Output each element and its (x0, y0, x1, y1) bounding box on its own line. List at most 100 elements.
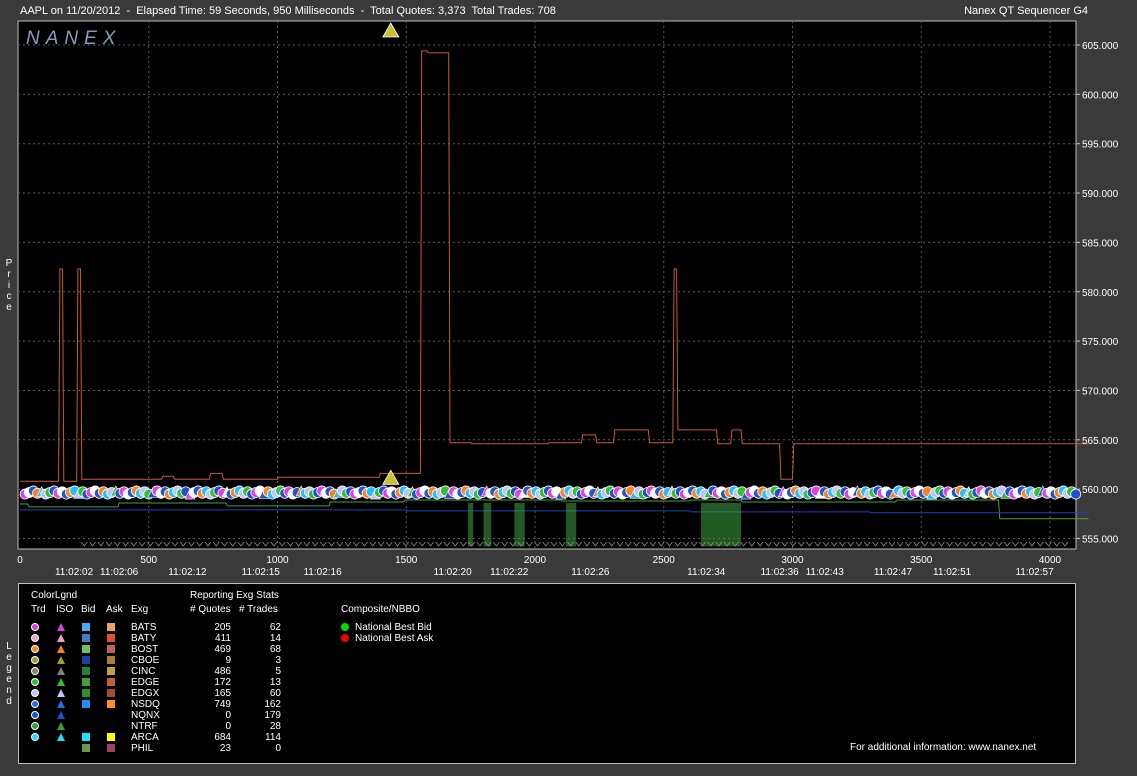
iso-triangle-swatch (57, 634, 65, 642)
legend-side-label: Legend (6, 641, 12, 707)
x-tick-label: 4000 (1039, 555, 1062, 566)
legend-row: CINC 486 5 (19, 666, 319, 677)
bid-volume-band (565, 502, 577, 547)
footer-info: For additional information: www.nanex.ne… (850, 742, 1037, 753)
exchange-name: BATY (131, 633, 157, 644)
time-label: 11:02:15 (242, 567, 281, 578)
composite-swatch (341, 623, 349, 631)
time-label: 11:02:51 (933, 567, 972, 578)
ask-square-swatch (107, 656, 115, 664)
exchange-name: NSDQ (131, 699, 160, 710)
trd-circle-swatch (31, 722, 39, 730)
ask-column-header: Ask (106, 604, 123, 615)
iso-triangle-swatch (57, 722, 65, 730)
quotes-count: 172 (214, 677, 231, 688)
y-tick-label: 605.000 (1082, 41, 1119, 52)
y-tick-label: 590.000 (1082, 189, 1119, 200)
y-tick-label: 585.000 (1082, 238, 1119, 249)
x-tick-label: 0 (17, 555, 23, 566)
x-tick-label: 1500 (395, 555, 418, 566)
exchange-name: BOST (131, 644, 159, 655)
composite-swatch (341, 634, 349, 642)
quotes-count: 684 (214, 732, 231, 743)
y-tick-label: 580.000 (1082, 288, 1119, 299)
trd-circle-swatch (31, 656, 39, 664)
trades-count: 13 (269, 677, 281, 688)
iso-triangle-swatch (57, 623, 65, 631)
trd-circle-swatch (31, 711, 39, 719)
quotes-count: 411 (215, 633, 231, 644)
ask-square-swatch (107, 634, 115, 642)
ask-square-swatch (107, 623, 115, 631)
trd-circle-swatch (31, 733, 39, 741)
exchange-name: EDGX (131, 688, 160, 699)
trades-count: 60 (269, 688, 281, 699)
quotes-column-header: # Quotes (190, 604, 231, 615)
iso-triangle-swatch (57, 667, 65, 675)
composite-label: National Best Ask (355, 633, 434, 644)
trd-circle-swatch (31, 700, 39, 708)
bid-square-swatch (82, 623, 90, 631)
exchange-name: ARCA (131, 732, 159, 743)
quotes-count: 486 (214, 666, 231, 677)
trades-count: 179 (264, 710, 281, 721)
quotes-count: 23 (219, 743, 231, 754)
legend-row: NSDQ 749 162 (19, 699, 319, 710)
y-tick-label: 595.000 (1082, 140, 1119, 151)
x-tick-label: 3000 (781, 555, 804, 566)
time-label: 11:02:12 (168, 567, 207, 578)
trd-circle-swatch (31, 667, 39, 675)
legend-row: CBOE 9 3 (19, 655, 319, 666)
trades-column-header: # Trades (239, 604, 278, 615)
time-label: 11:02:16 (303, 567, 342, 578)
bid-volume-band (701, 502, 741, 547)
y-tick-label: 565.000 (1082, 436, 1119, 447)
time-label: 11:02:57 (1015, 567, 1054, 578)
time-label: 11:02:43 (806, 567, 845, 578)
bid-square-swatch (82, 700, 90, 708)
time-label: 11:02:22 (490, 567, 529, 578)
quotes-count: 205 (214, 622, 231, 633)
trades-count: 0 (275, 743, 281, 754)
bid-square-swatch (82, 744, 90, 752)
legend-row: NTRF 0 28 (19, 721, 319, 732)
bid-square-swatch (82, 733, 90, 741)
trd-circle-swatch (31, 689, 39, 697)
bid-square-swatch (82, 689, 90, 697)
time-label: 11:02:34 (687, 567, 726, 578)
legend-row: EDGX 165 60 (19, 688, 319, 699)
bid-volume-band (514, 502, 525, 547)
exchange-name: BATS (131, 622, 157, 633)
x-tick-label: 2500 (653, 555, 676, 566)
composite-row: National Best Bid (341, 622, 541, 633)
bid-square-swatch (82, 656, 90, 664)
stats-heading: Reporting Exg Stats (190, 590, 279, 601)
ask-square-swatch (107, 667, 115, 675)
bid-square-swatch (82, 667, 90, 675)
composite-row: National Best Ask (341, 633, 541, 644)
bid-column-header: Bid (81, 604, 96, 615)
bid-square-swatch (82, 645, 90, 653)
trades-count: 3 (275, 655, 281, 666)
quotes-count: 9 (225, 655, 231, 666)
legend-row: ARCA 684 114 (19, 732, 319, 743)
legend-panel: ColorLgnd Trd ISO Bid Ask Exg Reporting … (18, 583, 1076, 764)
iso-column-header: ISO (56, 604, 74, 615)
quotes-count: 165 (214, 688, 231, 699)
bid-square-swatch (82, 634, 90, 642)
time-label: 11:02:47 (874, 567, 913, 578)
time-label: 11:02:36 (761, 567, 800, 578)
exchange-name: CBOE (131, 655, 160, 666)
plot-area (17, 20, 1077, 550)
legend-row: NQNX 0 179 (19, 710, 319, 721)
y-tick-label: 600.000 (1082, 90, 1119, 101)
exchange-name: NQNX (131, 710, 160, 721)
exchange-name: PHIL (131, 743, 154, 754)
ask-square-swatch (107, 645, 115, 653)
iso-triangle-swatch (57, 700, 65, 708)
ask-square-swatch (107, 689, 115, 697)
ask-square-swatch (107, 744, 115, 752)
y-tick-label: 555.000 (1082, 535, 1119, 546)
x-tick-label: 500 (140, 555, 157, 566)
trades-count: 68 (269, 644, 281, 655)
